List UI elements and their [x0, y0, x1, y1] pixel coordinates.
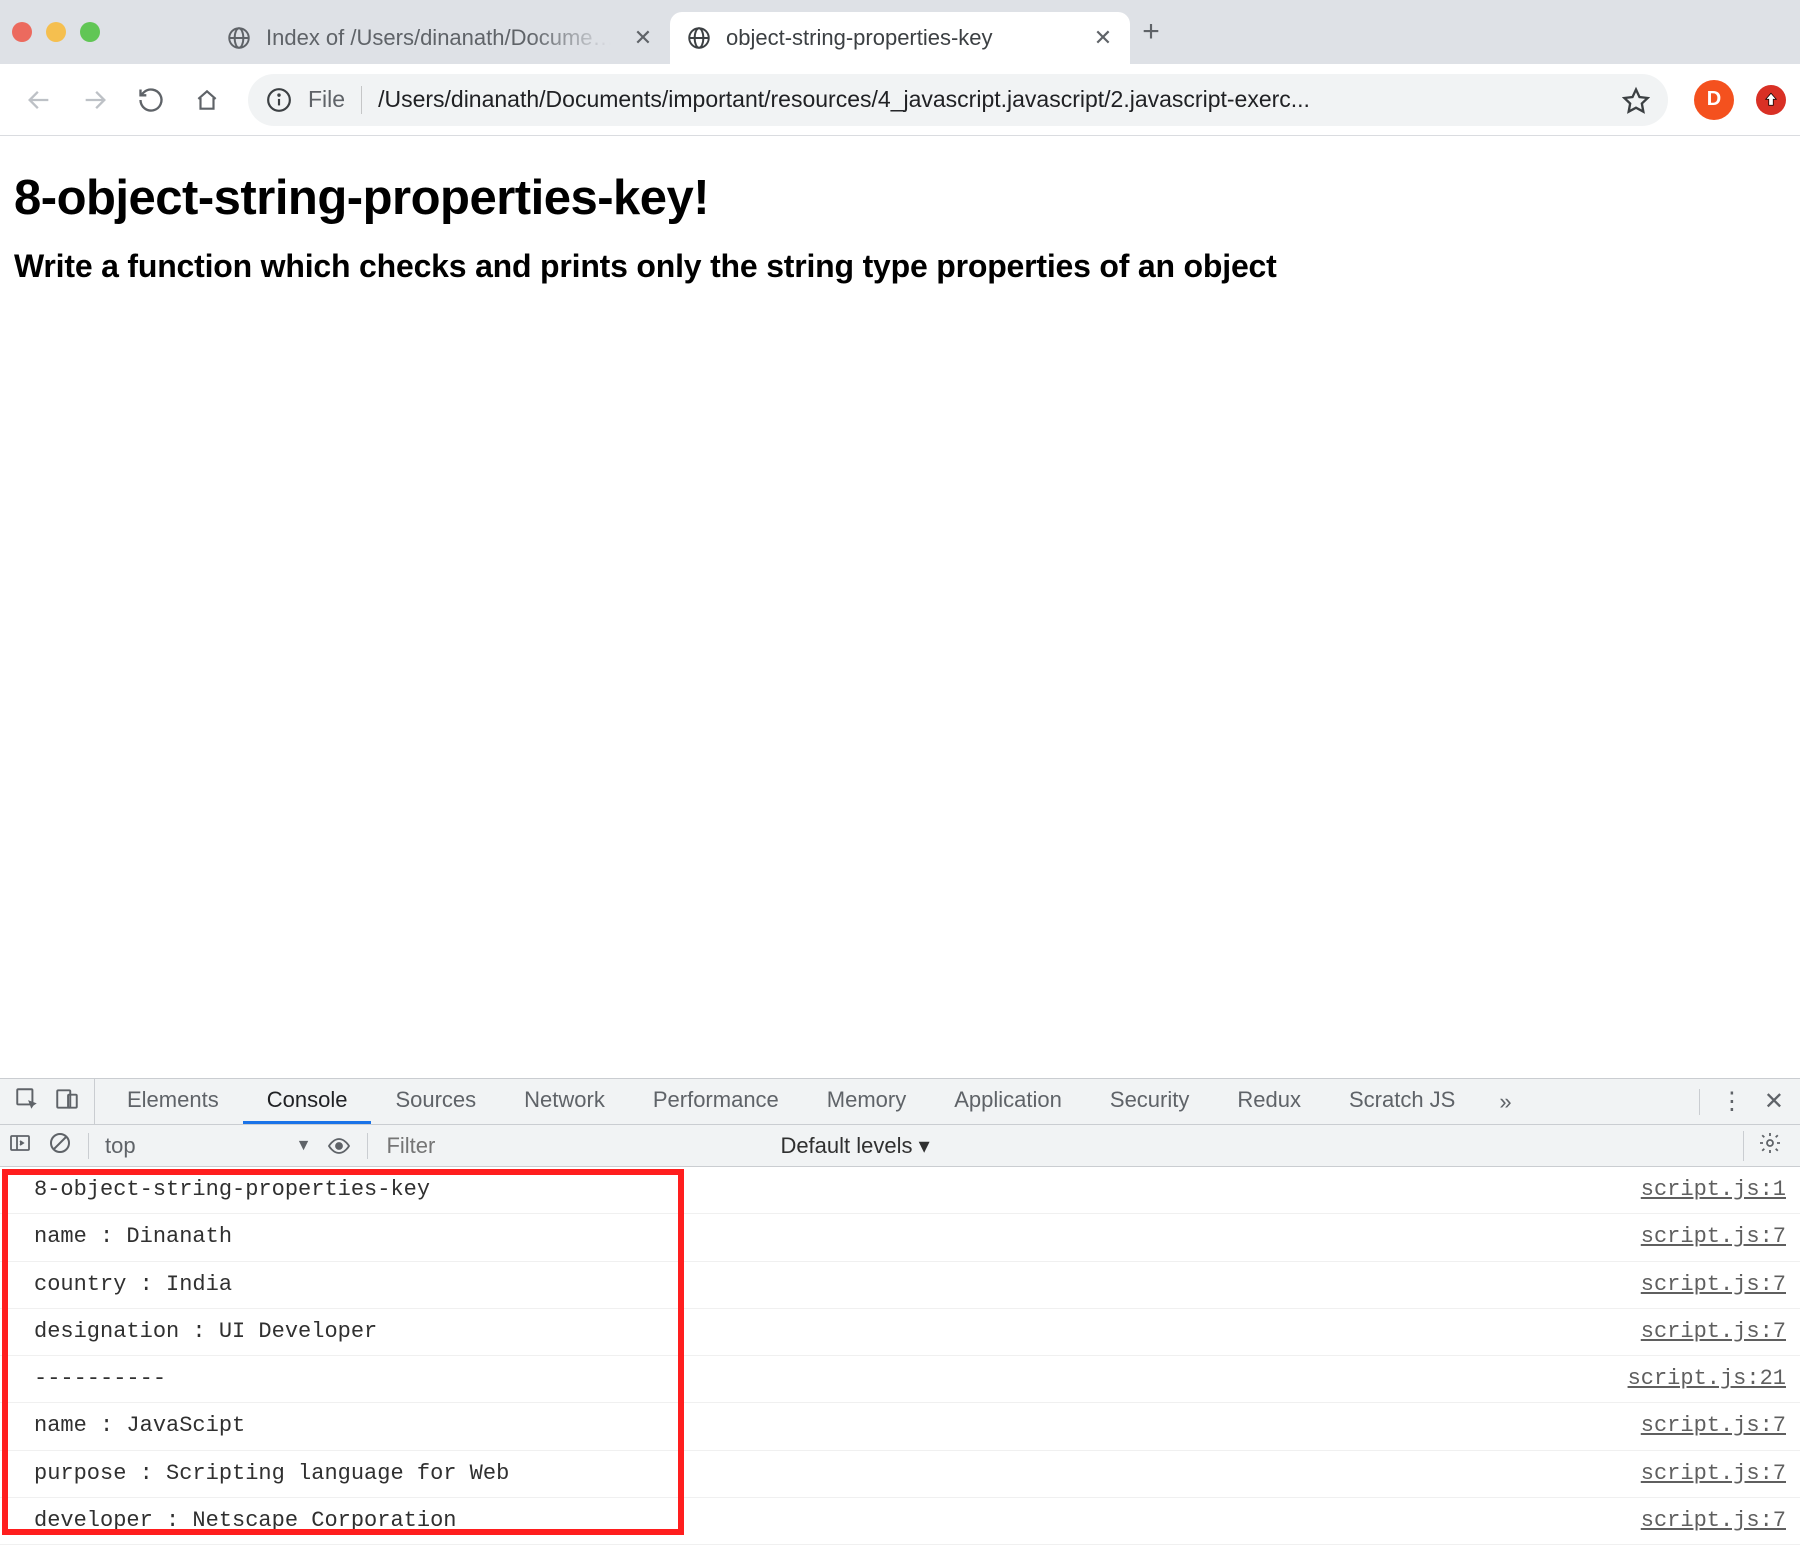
new-tab-button[interactable]: +	[1130, 15, 1172, 49]
console-log-row: name : JavaSciptscript.js:7	[0, 1403, 1800, 1450]
update-available-icon[interactable]	[1756, 85, 1786, 115]
devtools-tab-performance[interactable]: Performance	[629, 1079, 803, 1124]
log-source-link[interactable]: script.js:21	[1628, 1361, 1786, 1397]
console-log-row: ----------script.js:21	[0, 1356, 1800, 1403]
devtools-tab-security[interactable]: Security	[1086, 1079, 1213, 1124]
globe-icon	[686, 25, 712, 51]
log-source-link[interactable]: script.js:7	[1641, 1408, 1786, 1444]
console-output: 8-object-string-properties-keyscript.js:…	[0, 1167, 1800, 1550]
minimize-window-icon[interactable]	[46, 22, 66, 42]
tab-title: Index of /Users/dinanath/Documents	[266, 25, 618, 51]
log-source-link[interactable]: script.js:7	[1641, 1219, 1786, 1255]
overflow-icon: »	[1499, 1089, 1511, 1115]
console-log-row: 8-object-string-properties-keyscript.js:…	[0, 1167, 1800, 1214]
close-tab-icon[interactable]: ✕	[1092, 25, 1114, 51]
separator	[367, 1133, 368, 1159]
console-log-row: country : Indiascript.js:7	[0, 1262, 1800, 1309]
device-toolbar-icon[interactable]	[54, 1086, 80, 1118]
separator	[88, 1133, 89, 1159]
url-scheme: File	[308, 86, 345, 113]
tab-label: Security	[1110, 1087, 1189, 1113]
devtools-tab-sources[interactable]: Sources	[371, 1079, 500, 1124]
tab-label: Scratch JS	[1349, 1087, 1455, 1113]
console-log-row: name : Dinanathscript.js:7	[0, 1214, 1800, 1261]
devtools-tabs-overflow[interactable]: »	[1479, 1079, 1531, 1124]
bookmark-star-icon[interactable]	[1622, 86, 1650, 114]
window-controls	[12, 22, 100, 42]
inspect-element-icon[interactable]	[14, 1086, 40, 1118]
log-source-link[interactable]: script.js:7	[1641, 1267, 1786, 1303]
devtools-close-icon[interactable]: ✕	[1764, 1087, 1784, 1116]
log-message: 8-object-string-properties-key	[34, 1172, 1641, 1208]
log-message: purpose : Scripting language for Web	[34, 1456, 1641, 1492]
log-source-link[interactable]: script.js:7	[1641, 1456, 1786, 1492]
console-log-row: purpose : Scripting language for Webscri…	[0, 1451, 1800, 1498]
log-source-link[interactable]: script.js:7	[1641, 1503, 1786, 1539]
maximize-window-icon[interactable]	[80, 22, 100, 42]
console-log-row: developer : Netscape Corporationscript.j…	[0, 1498, 1800, 1545]
profile-avatar[interactable]: D	[1694, 80, 1734, 120]
tab-label: Sources	[395, 1087, 476, 1113]
clear-console-icon[interactable]	[48, 1131, 72, 1161]
tab-label: Memory	[827, 1087, 906, 1113]
devtools-tabstrip: Elements Console Sources Network Perform…	[0, 1079, 1800, 1125]
console-sidebar-toggle-icon[interactable]	[8, 1131, 32, 1161]
url-path: /Users/dinanath/Documents/important/reso…	[378, 86, 1606, 113]
log-message: name : Dinanath	[34, 1219, 1641, 1255]
site-info-icon[interactable]	[266, 87, 292, 113]
devtools-tab-memory[interactable]: Memory	[803, 1079, 930, 1124]
tab-label: Elements	[127, 1087, 219, 1113]
tab-label: Console	[267, 1087, 348, 1113]
tab-title: object-string-properties-key	[726, 25, 1078, 51]
separator	[361, 86, 362, 114]
log-message: ----------	[34, 1361, 1628, 1397]
browser-toolbar: File /Users/dinanath/Documents/important…	[0, 64, 1800, 136]
console-log-row: designation : UI Developerscript.js:7	[0, 1309, 1800, 1356]
devtools-tab-application[interactable]: Application	[930, 1079, 1086, 1124]
console-toolbar: top ▼ Default levels ▾	[0, 1125, 1800, 1167]
browser-tab-active[interactable]: object-string-properties-key ✕	[670, 12, 1130, 64]
tab-label: Redux	[1237, 1087, 1301, 1113]
chevron-down-icon: ▼	[296, 1137, 312, 1155]
devtools-tab-redux[interactable]: Redux	[1213, 1079, 1325, 1124]
close-window-icon[interactable]	[12, 22, 32, 42]
separator	[1699, 1089, 1700, 1115]
tab-label: Performance	[653, 1087, 779, 1113]
log-source-link[interactable]: script.js:1	[1641, 1172, 1786, 1208]
log-message: developer : Netscape Corporation	[34, 1503, 1641, 1539]
devtools-tab-scratchjs[interactable]: Scratch JS	[1325, 1079, 1479, 1124]
home-button[interactable]	[182, 75, 232, 125]
devtools-tab-elements[interactable]: Elements	[103, 1079, 243, 1124]
console-settings-icon[interactable]	[1743, 1131, 1792, 1161]
console-filter-input[interactable]	[384, 1132, 764, 1160]
avatar-letter: D	[1707, 88, 1721, 111]
levels-label: Default levels ▾	[780, 1133, 929, 1159]
console-log-row: ----------script.js:31	[0, 1545, 1800, 1550]
address-bar[interactable]: File /Users/dinanath/Documents/important…	[248, 74, 1668, 126]
devtools-tab-network[interactable]: Network	[500, 1079, 629, 1124]
close-tab-icon[interactable]: ✕	[632, 25, 654, 51]
devtools-panel: Elements Console Sources Network Perform…	[0, 1078, 1800, 1550]
reload-button[interactable]	[126, 75, 176, 125]
context-selector[interactable]: top ▼	[105, 1133, 311, 1159]
live-expression-icon[interactable]	[327, 1134, 351, 1158]
log-message: country : India	[34, 1267, 1641, 1303]
tab-label: Network	[524, 1087, 605, 1113]
browser-tab-inactive[interactable]: Index of /Users/dinanath/Documents ✕	[210, 12, 670, 64]
tab-strip: Index of /Users/dinanath/Documents ✕ obj…	[0, 0, 1800, 64]
back-button[interactable]	[14, 75, 64, 125]
page-subtitle: Write a function which checks and prints…	[14, 248, 1786, 285]
context-label: top	[105, 1133, 136, 1159]
log-message: name : JavaScipt	[34, 1408, 1641, 1444]
page-content: 8-object-string-properties-key! Write a …	[0, 136, 1800, 313]
log-message: designation : UI Developer	[34, 1314, 1641, 1350]
forward-button[interactable]	[70, 75, 120, 125]
page-title: 8-object-string-properties-key!	[14, 170, 1786, 226]
devtools-tab-console[interactable]: Console	[243, 1079, 372, 1124]
devtools-settings-icon[interactable]: ⋮	[1720, 1087, 1744, 1116]
tab-label: Application	[954, 1087, 1062, 1113]
log-source-link[interactable]: script.js:7	[1641, 1314, 1786, 1350]
log-level-selector[interactable]: Default levels ▾	[780, 1133, 929, 1159]
globe-icon	[226, 25, 252, 51]
